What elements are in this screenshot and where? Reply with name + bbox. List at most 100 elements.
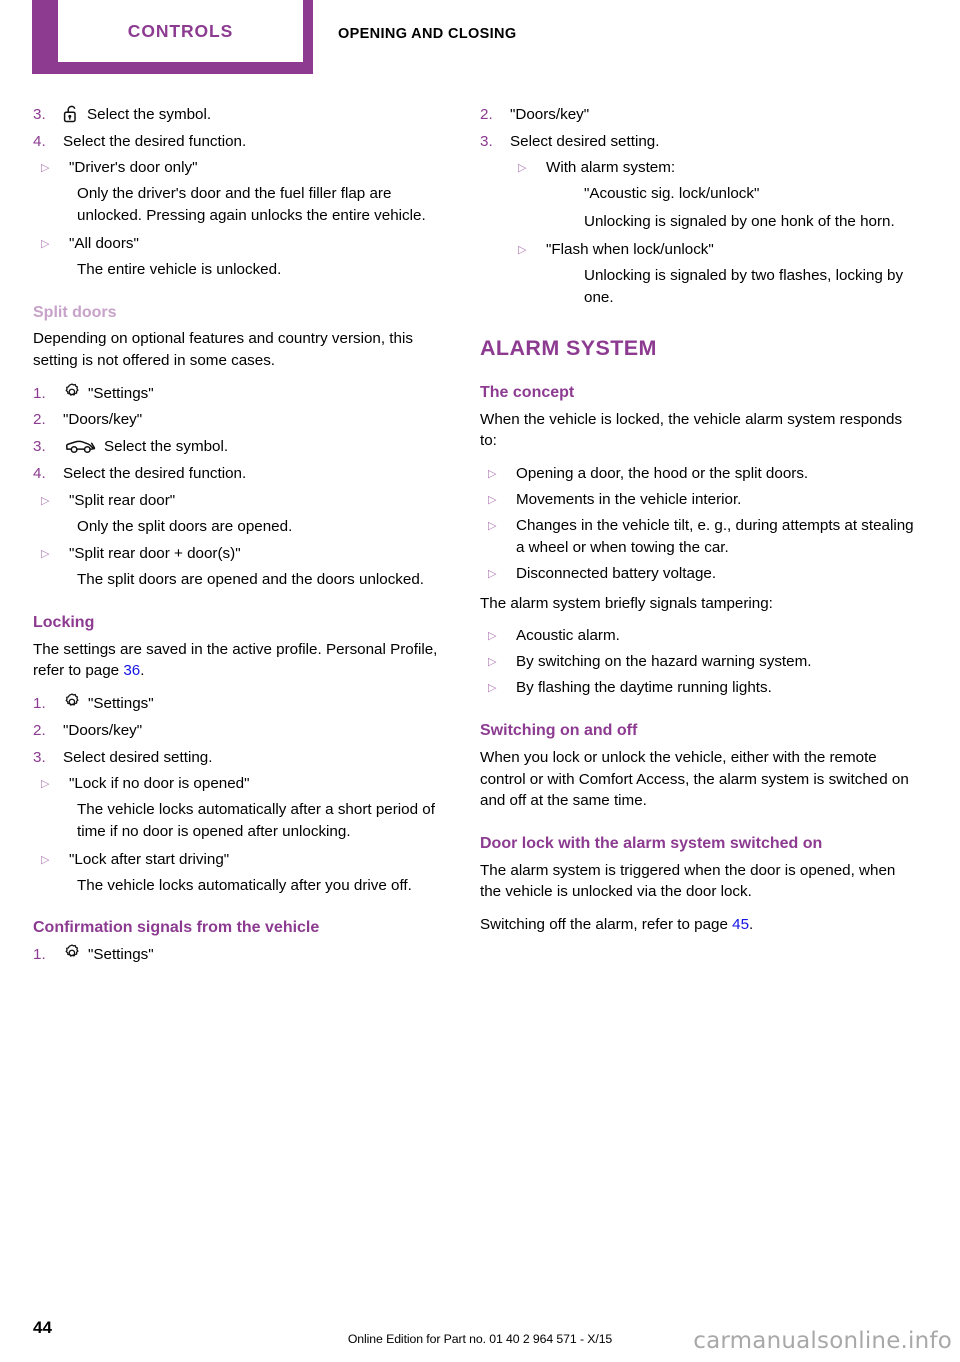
gear-icon [63, 693, 81, 711]
bullet-text: Disconnected battery voltage. [516, 564, 717, 582]
bullet-body: Unlocking is signaled by two flashes, lo… [584, 266, 904, 306]
step-text-wrap: "Settings" [63, 693, 450, 715]
triangle-bullet-icon: ▷ [488, 468, 497, 481]
step-number: 3. [33, 438, 46, 456]
heading-confirmation-signals: Confirmation signals from the vehicle [33, 919, 320, 937]
list-item: ▷ "Lock after start driving" [33, 849, 450, 871]
split-doors-step-list: 1. "Settings" 2. "Doors/key" 3. Select t… [33, 383, 450, 485]
bullet-label: "All doors" [69, 234, 139, 252]
bullet-text: Movements in the vehicle interior. [516, 491, 742, 509]
heading-alarm-system: ALARM SYSTEM [480, 336, 657, 361]
list-item: 1. "Settings" [33, 693, 450, 715]
step-text-wrap: Select desired setting. [63, 747, 450, 769]
locking-intro: The settings are saved in the active pro… [33, 639, 450, 682]
heading-locking: Locking [33, 614, 95, 632]
list-item: 3. Select the symbol. [33, 436, 450, 458]
locking-intro-text: The settings are saved in the active pro… [33, 640, 438, 680]
split-doors-bullet-list: ▷ "Split rear door" Only the split doors… [33, 490, 450, 591]
list-item: 4. Select the desired function. [33, 131, 450, 153]
bullet-label: "Split rear door" [69, 491, 176, 509]
continued-bullet-list: ▷ "Driver's door only" Only the driver's… [33, 157, 450, 280]
reference-period: . [749, 916, 754, 934]
triangle-bullet-icon: ▷ [488, 520, 497, 533]
list-item: ▷ Movements in the vehicle interior. [480, 489, 920, 511]
reference-text: Switching off the alarm, refer to page [480, 916, 733, 934]
bullet-body: Only the split doors are opened. [77, 517, 293, 535]
step-text-wrap: "Doors/key" [63, 720, 450, 742]
triangle-bullet-icon: ▷ [488, 494, 497, 507]
triangle-bullet-icon: ▷ [518, 243, 527, 256]
section-title: OPENING AND CLOSING [338, 26, 517, 42]
bullet-label: With alarm system: [546, 159, 676, 177]
list-item: 3. Select the symbol. [33, 104, 450, 126]
step-text-wrap: Select the desired function. [63, 463, 450, 485]
bullet-text: By switching on the hazard warning syste… [516, 653, 812, 671]
step-label: Select desired setting. [63, 748, 213, 766]
step-number: 3. [33, 748, 46, 766]
step-number: 1. [33, 384, 46, 402]
bullet-body: The entire vehicle is unlocked. [77, 260, 282, 278]
step-label: "Doors/key" [63, 721, 143, 739]
door-lock-body: The alarm system is triggered when the d… [480, 861, 896, 901]
list-item: ▷ "All doors" [33, 233, 450, 255]
car-icon [63, 436, 97, 455]
page-header: CONTROLS OPENING AND CLOSING [0, 0, 960, 86]
list-item: ▷ Acoustic alarm. [480, 625, 920, 647]
bullet-text: Acoustic alarm. [516, 627, 620, 645]
triangle-bullet-icon: ▷ [488, 682, 497, 695]
bullet-body: Unlocking is signaled by one honk of the… [584, 213, 895, 231]
triangle-bullet-icon: ▷ [41, 778, 50, 791]
page-reference-link[interactable]: 36 [123, 662, 140, 679]
step-number: 3. [480, 132, 493, 150]
door-lock-reference: Switching off the alarm, refer to page 4… [480, 914, 920, 936]
triangle-bullet-icon: ▷ [488, 630, 497, 643]
step-number: 4. [33, 464, 46, 482]
step-text-wrap: "Doors/key" [63, 409, 450, 431]
bullet-label: "Split rear door + door(s)" [69, 545, 241, 563]
step-number: 4. [33, 132, 46, 150]
list-item: 3. Select desired setting. [33, 747, 450, 769]
bullet-text: Opening a door, the hood or the split do… [516, 465, 809, 483]
locking-intro-period: . [140, 662, 145, 680]
unlocked-padlock-icon [63, 104, 80, 123]
list-item: ▷ Opening a door, the hood or the split … [480, 463, 920, 485]
concept-bullet-list: ▷ Opening a door, the hood or the split … [480, 463, 920, 584]
triangle-bullet-icon: ▷ [41, 548, 50, 561]
step-text-wrap: "Settings" [63, 944, 450, 966]
list-item: ▷ Changes in the vehicle tilt, e. g., du… [480, 515, 920, 558]
bullet-text: By flashing the daytime running lights. [516, 679, 772, 697]
list-item: ▷ By flashing the daytime running lights… [480, 677, 920, 699]
step-number: 1. [33, 695, 46, 713]
step-label: Select desired setting. [510, 132, 660, 150]
triangle-bullet-icon: ▷ [41, 494, 50, 507]
step-label: "Doors/key" [63, 411, 143, 429]
right-continued-bullet-list: ▷ With alarm system: "Acoustic sig. lock… [510, 157, 920, 308]
tamper-intro: The alarm system briefly signals tamperi… [480, 594, 773, 612]
triangle-bullet-icon: ▷ [41, 237, 50, 250]
step-number: 3. [33, 106, 46, 123]
bullet-label: "Driver's door only" [69, 159, 198, 177]
triangle-bullet-icon: ▷ [488, 567, 497, 580]
step-text-wrap: Select desired setting. [510, 131, 920, 153]
gear-icon [63, 383, 81, 401]
bullet-label: "Lock if no door is opened" [69, 775, 250, 793]
page-reference-link[interactable]: 45 [732, 916, 749, 933]
step-label: "Settings" [88, 384, 154, 402]
list-item: 1. "Settings" [33, 944, 450, 966]
watermark: carmanualsonline.info [693, 1328, 952, 1354]
heading-the-concept: The concept [480, 384, 575, 402]
gear-icon [63, 944, 81, 962]
step-label: Select the symbol. [104, 438, 229, 456]
list-item: ▷ "Split rear door + door(s)" [33, 543, 450, 565]
list-item: 2. "Doors/key" [480, 104, 920, 126]
list-item: ▷ "Split rear door" [33, 490, 450, 512]
switching-body: When you lock or unlock the vehicle, eit… [480, 748, 909, 810]
list-item: ▷ By switching on the hazard warning sys… [480, 651, 920, 673]
locking-bullet-list: ▷ "Lock if no door is opened" The vehicl… [33, 773, 450, 896]
step-label: Select the desired function. [63, 132, 247, 150]
continued-step-list: 3. Select the symbol. 4. Select the desi… [33, 104, 450, 152]
list-item: ▷ With alarm system: [510, 157, 920, 179]
list-item: 4. Select the desired function. [33, 463, 450, 485]
step-number: 1. [33, 945, 46, 963]
page-content: 3. Select the symbol. 4. Select the desi… [0, 104, 960, 971]
